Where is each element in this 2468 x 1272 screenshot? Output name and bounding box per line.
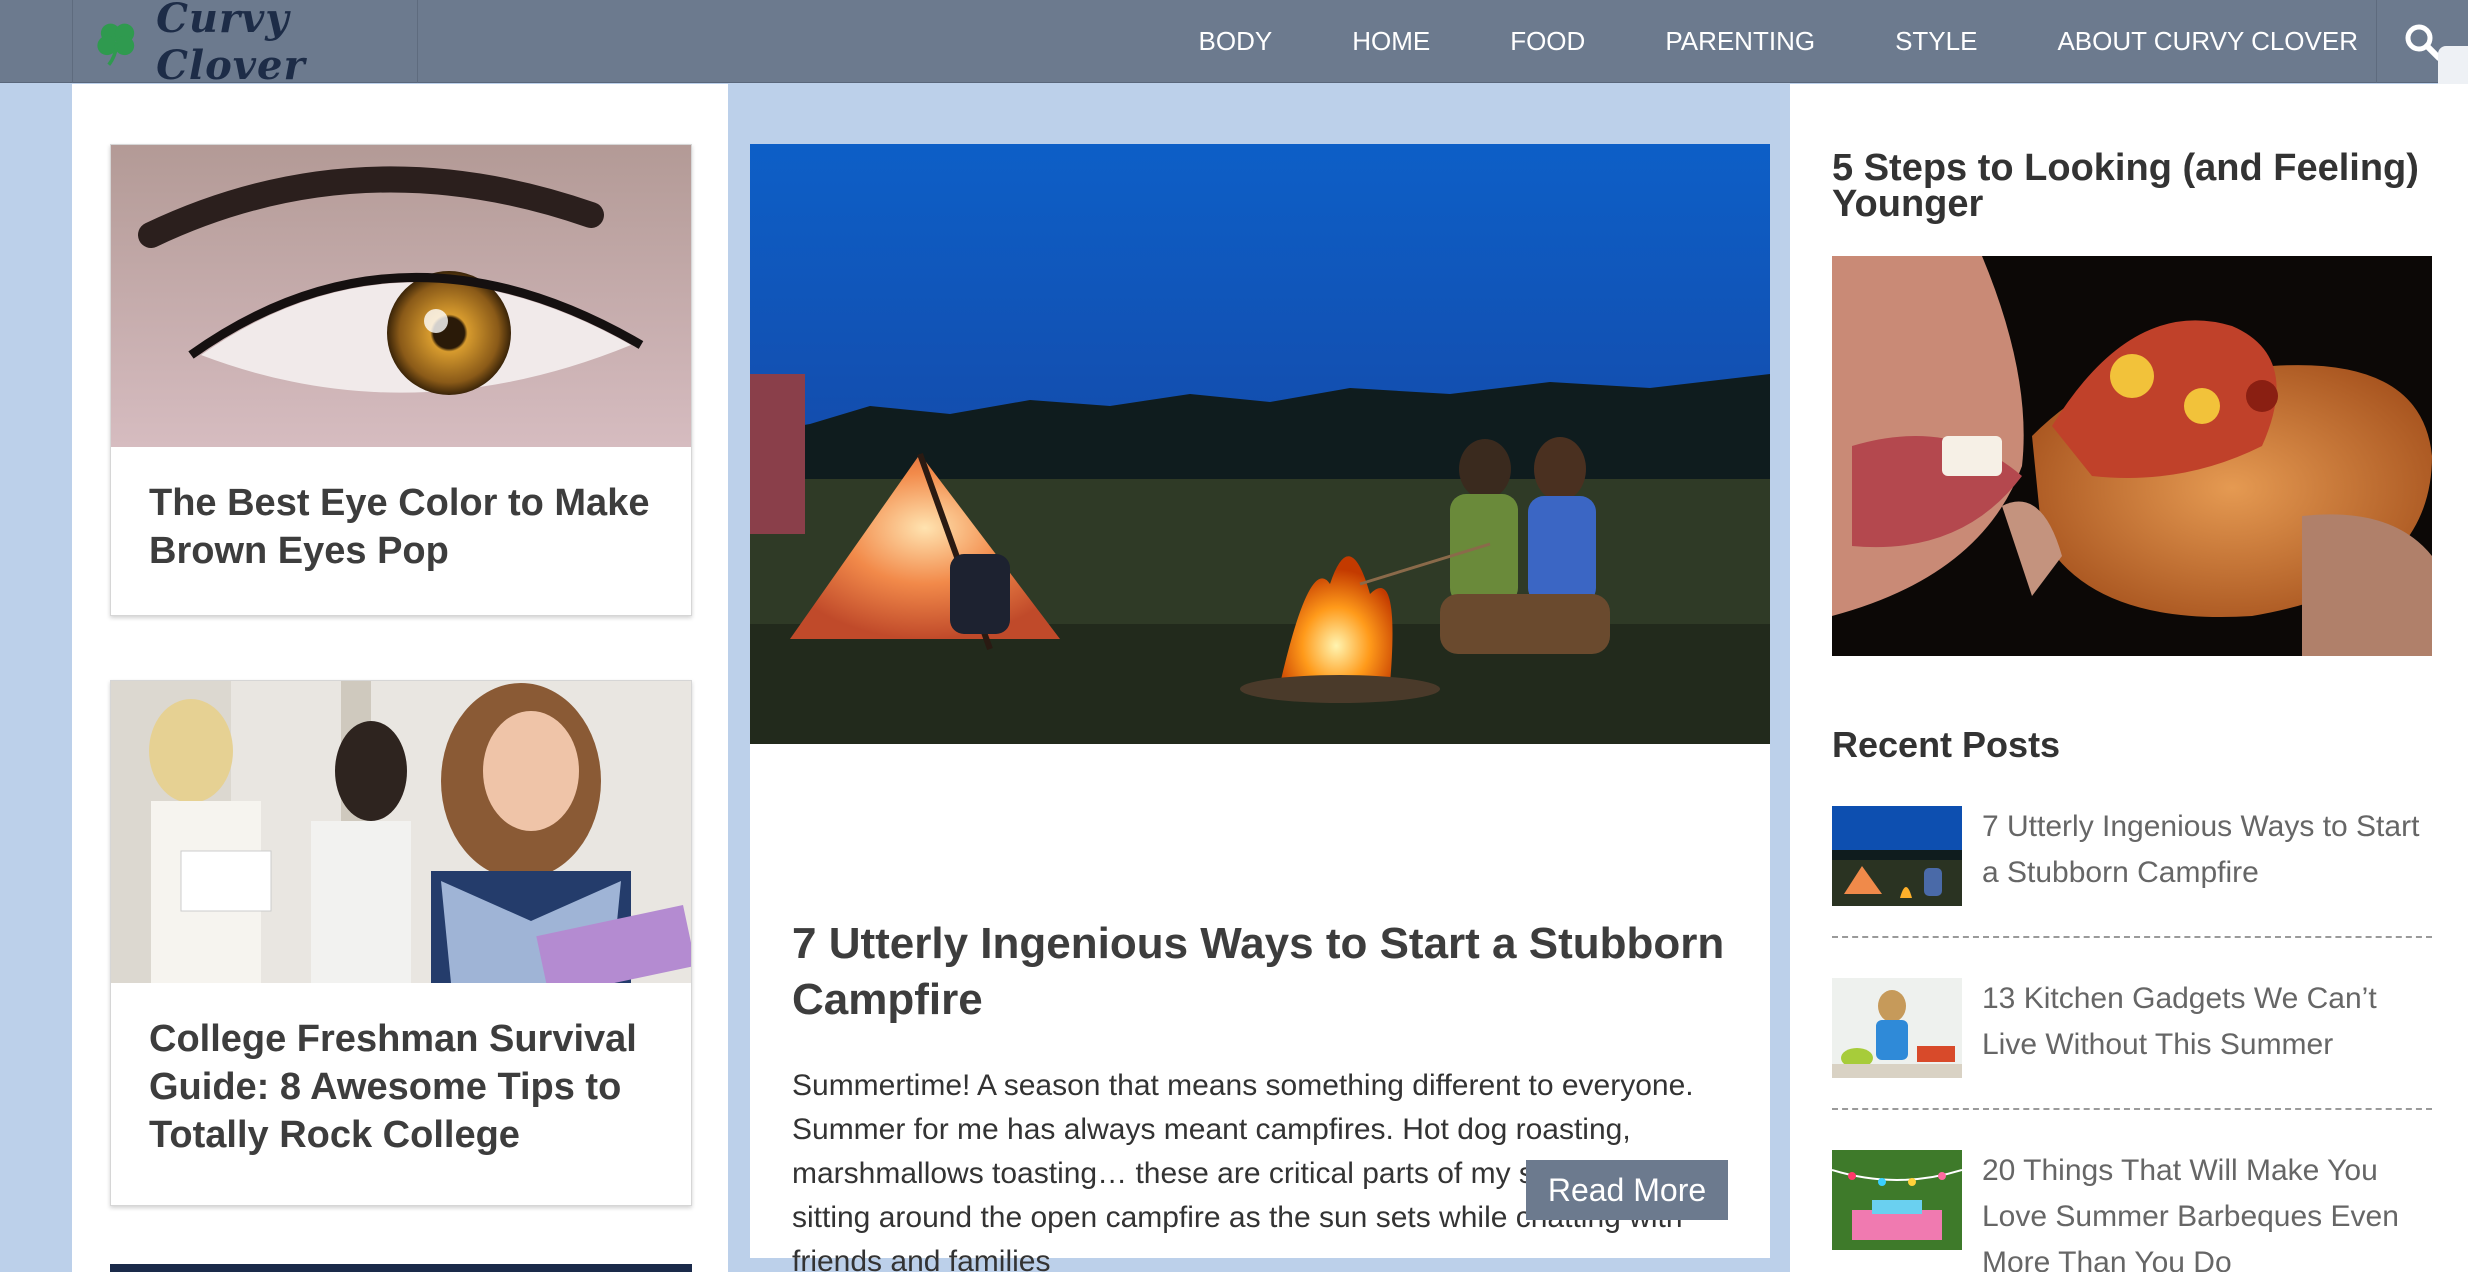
brown-eye-photo [111, 145, 691, 447]
clover-icon [97, 23, 135, 66]
nav-item-food[interactable]: FOOD [1510, 26, 1585, 57]
recent-post-item[interactable]: 7 Utterly Ingenious Ways to Start a Stub… [1832, 804, 2432, 976]
top-navigation-bar: Curvy Clover BODY HOME FOOD PARENTING ST… [0, 0, 2468, 106]
search-icon [2405, 24, 2442, 61]
campfire-tent-photo[interactable] [750, 144, 1770, 744]
main-nav: BODY HOME FOOD PARENTING STYLE ABOUT CUR… [1119, 0, 2358, 83]
nav-item-style[interactable]: STYLE [1895, 26, 1977, 57]
divider [1832, 936, 2432, 938]
nav-item-home[interactable]: HOME [1352, 26, 1430, 57]
recent-posts-heading: Recent Posts [1832, 724, 2061, 765]
featured-post-title[interactable]: 7 Utterly Ingenious Ways to Start a Stub… [792, 916, 1732, 1028]
divider [1832, 1108, 2432, 1110]
article-card[interactable]: The Best Eye Color to Make Brown Eyes Po… [110, 144, 692, 616]
article-card[interactable]: College Freshman Survival Guide: 8 Aweso… [110, 680, 692, 1206]
article-card-title[interactable]: The Best Eye Color to Make Brown Eyes Po… [111, 479, 691, 575]
article-card-title[interactable]: College Freshman Survival Guide: 8 Aweso… [111, 1015, 691, 1159]
featured-post: 7 Utterly Ingenious Ways to Start a Stub… [750, 144, 1770, 1272]
barbeque-thumb [1832, 1150, 1962, 1250]
recent-post-title[interactable]: 20 Things That Will Make You Love Summer… [1982, 1148, 2432, 1272]
next-card-edge [110, 1264, 692, 1272]
recent-post-title[interactable]: 7 Utterly Ingenious Ways to Start a Stub… [1982, 804, 2432, 976]
recent-post-title[interactable]: 13 Kitchen Gadgets We Can’t Live Without… [1982, 976, 2432, 1148]
campfire-thumb [1832, 806, 1962, 906]
recent-post-item[interactable]: 13 Kitchen Gadgets We Can’t Live Without… [1832, 976, 2432, 1148]
college-students-photo [111, 681, 691, 983]
nav-item-body[interactable]: BODY [1199, 26, 1273, 57]
logo-text: Curvy Clover [156, 0, 306, 89]
sidebar-featured-title[interactable]: 5 Steps to Looking (and Feeling) Younger [1832, 149, 2432, 223]
recent-post-item[interactable]: 20 Things That Will Make You Love Summer… [1832, 1148, 2432, 1272]
read-more-button[interactable]: Read More [1526, 1160, 1728, 1220]
kitchen-thumb [1832, 978, 1962, 1078]
nav-item-about[interactable]: ABOUT CURVY CLOVER [2057, 26, 2358, 57]
site-logo[interactable]: Curvy Clover [72, 0, 418, 89]
left-column: The Best Eye Color to Make Brown Eyes Po… [72, 84, 728, 1272]
pizza-bite-photo[interactable] [1832, 256, 2432, 656]
right-sidebar: 5 Steps to Looking (and Feeling) Younger… [1790, 84, 2468, 1272]
nav-item-parenting[interactable]: PARENTING [1665, 26, 1815, 57]
